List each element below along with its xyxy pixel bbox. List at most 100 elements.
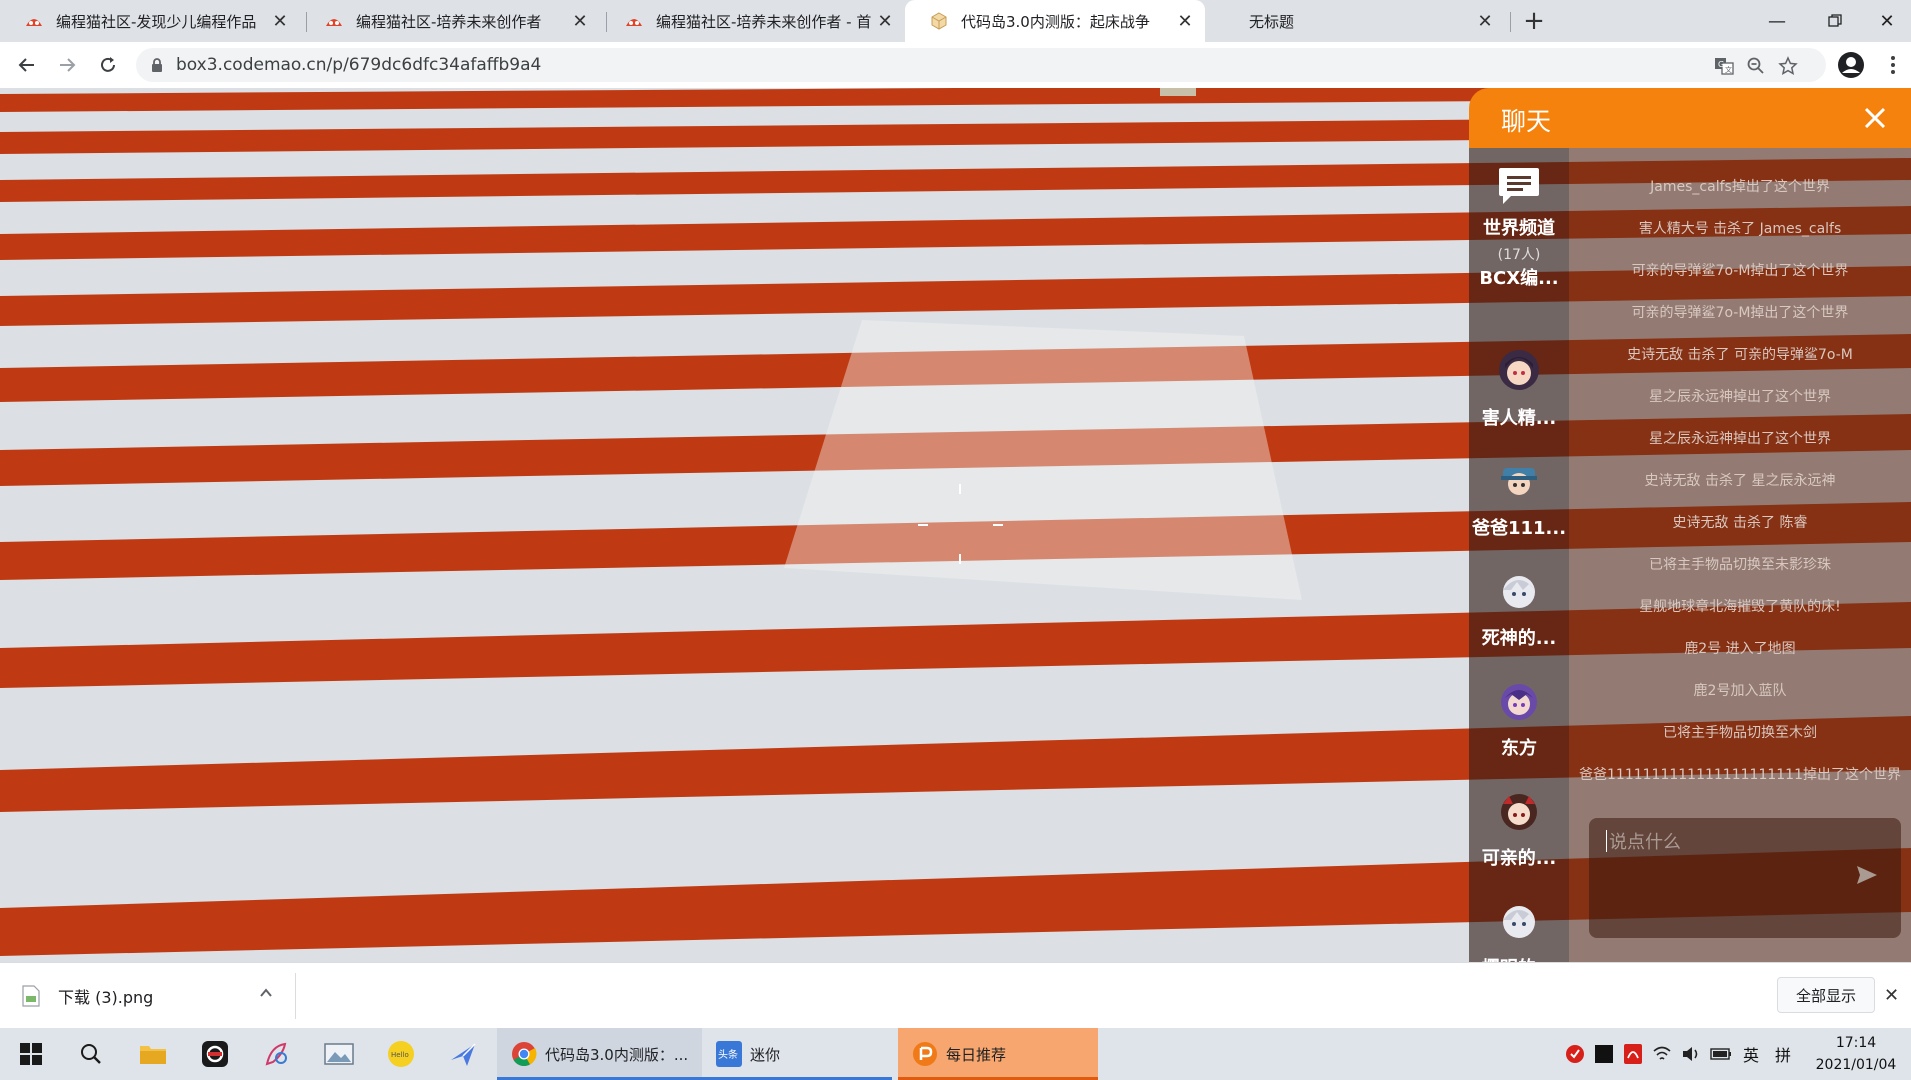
menu-kebab-icon[interactable]: [1878, 50, 1908, 80]
tab-close-icon[interactable]: ✕: [1471, 11, 1499, 32]
chrome-icon: [512, 1042, 537, 1067]
show-all-button[interactable]: 全部显示: [1777, 977, 1875, 1013]
window-close-icon[interactable]: ✕: [1858, 0, 1911, 42]
user-name: 死神的...: [1481, 628, 1557, 649]
chevron-up-icon[interactable]: [258, 985, 274, 1001]
reload-icon[interactable]: [93, 50, 123, 80]
tab-close-icon[interactable]: ✕: [871, 11, 899, 32]
zoom-icon[interactable]: [1744, 54, 1768, 78]
chat-user-item[interactable]: 东方: [1469, 676, 1569, 760]
tab-close-icon[interactable]: ✕: [266, 11, 294, 32]
chat-close-icon[interactable]: [1861, 104, 1889, 132]
back-arrow-icon[interactable]: [12, 50, 42, 80]
svg-text:文: 文: [1725, 65, 1732, 74]
chat-message: 史诗无敌 击杀了 陈睿: [1672, 515, 1808, 531]
taskbar-app-chrome[interactable]: 代码岛3.0内测版：...: [497, 1028, 702, 1080]
chat-message: 可亲的导弹鲨7o-M掉出了这个世界: [1631, 305, 1849, 321]
browser-tab-active[interactable]: 代码岛3.0内测版：起床战争 ✕: [905, 0, 1205, 42]
volume-icon[interactable]: [1676, 1028, 1706, 1080]
download-bar-close-icon[interactable]: ✕: [1884, 985, 1899, 1006]
user-avatar: [1501, 684, 1537, 720]
clock-date: 2021/01/04: [1815, 1057, 1897, 1073]
chat-message: 星舰地球章北海摧毁了黄队的床!: [1639, 599, 1841, 615]
bookmark-star-icon[interactable]: [1776, 54, 1800, 78]
toutiao-icon: 头条: [716, 1041, 742, 1067]
forward-arrow-icon[interactable]: [52, 50, 82, 80]
chat-message: 星之辰永远神掉出了这个世界: [1649, 431, 1831, 447]
pdf-tray-icon[interactable]: [1618, 1028, 1648, 1080]
file-icon: [22, 985, 40, 1007]
chat-user-item[interactable]: 害人精...: [1469, 346, 1569, 430]
search-icon[interactable]: [60, 1028, 122, 1080]
black-square-tray-icon[interactable]: [1590, 1028, 1618, 1080]
svg-text:Hello: Hello: [391, 1051, 409, 1059]
security-tray-icon[interactable]: [1560, 1028, 1590, 1080]
tab-title: 代码岛3.0内测版：起床战争: [961, 12, 1150, 31]
browser-toolbar: box3.codemao.cn/p/679dc6dfc34afaffb9a4 G…: [0, 42, 1911, 88]
network-icon[interactable]: [1648, 1028, 1676, 1080]
chat-user-item[interactable]: 死神的...: [1469, 566, 1569, 650]
minimize-icon[interactable]: —: [1748, 0, 1806, 42]
download-bar: 下载 (3).png 全部显示 ✕: [0, 962, 1911, 1028]
user-name: 樱明的...: [1469, 954, 1569, 962]
browser-tab[interactable]: 编程猫社区-发现少儿编程作品 ✕: [0, 0, 300, 42]
chat-input[interactable]: 说点什么: [1589, 818, 1901, 938]
chat-message: 史诗无敌 击杀了 可亲的导弹鲨7o-M: [1627, 347, 1853, 363]
chat-user-item[interactable]: BCX编...: [1469, 264, 1569, 290]
codemao-icon: [26, 19, 42, 26]
chat-user-item[interactable]: 爸爸111...: [1469, 456, 1569, 540]
tab-close-icon[interactable]: ✕: [566, 11, 594, 32]
windows-start-icon[interactable]: [0, 1028, 62, 1080]
browser-tab-strip: 编程猫社区-发现少儿编程作品 ✕ 编程猫社区-培养未来创作者 ✕ 编程猫社区-培…: [0, 0, 1911, 42]
taskbar-app-label: 迷你: [750, 1045, 781, 1064]
svg-text:头条: 头条: [718, 1048, 738, 1061]
chat-message: 鹿2号 进入了地图: [1684, 641, 1796, 657]
paint-icon[interactable]: [246, 1028, 308, 1080]
taskbar-app-daily[interactable]: 每日推荐: [898, 1028, 1098, 1080]
taskbar-app-mini[interactable]: 头条 迷你: [702, 1028, 892, 1080]
codemao-icon: [326, 19, 342, 26]
file-explorer-icon[interactable]: [122, 1028, 184, 1080]
url-text: box3.codemao.cn/p/679dc6dfc34afaffb9a4: [176, 55, 542, 75]
restore-icon[interactable]: [1806, 0, 1864, 42]
chat-message: 可亲的导弹鲨7o-M掉出了这个世界: [1631, 263, 1849, 279]
battery-icon[interactable]: [1706, 1028, 1736, 1080]
send-icon[interactable]: [1855, 864, 1879, 886]
user-avatar: [1503, 906, 1535, 938]
codemao-icon: [626, 19, 642, 26]
chat-message: 鹿2号加入蓝队: [1693, 683, 1787, 699]
chat-app-icon[interactable]: Hello: [370, 1028, 432, 1080]
translate-icon[interactable]: G文: [1712, 54, 1736, 78]
daily-recommend-icon: [913, 1042, 937, 1066]
system-clock[interactable]: 17:14 2021/01/04: [1806, 1032, 1906, 1076]
chat-message: 史诗无敌 击杀了 星之辰永远神: [1644, 473, 1836, 489]
tab-title: 编程猫社区-培养未来创作者 - 首: [656, 12, 871, 31]
box3-cube-icon: [931, 12, 947, 30]
browser-tab[interactable]: 无标题 ✕: [1205, 0, 1505, 42]
tab-close-icon[interactable]: ✕: [1171, 11, 1199, 32]
world-channel-tab[interactable]: 世界频道 (17人): [1469, 166, 1569, 264]
chat-message: 已将主手物品切换至木剑: [1663, 725, 1817, 741]
user-name: 爸爸111...: [1471, 518, 1567, 539]
text-cursor: [1606, 830, 1607, 852]
browser-tab[interactable]: 编程猫社区-培养未来创作者 ✕: [300, 0, 600, 42]
chat-message-area: James_calfs掉出了这个世界 害人精大号 击杀了 James_calfs…: [1569, 148, 1911, 962]
chat-header: 聊天: [1469, 88, 1911, 148]
user-avatar: [1499, 350, 1539, 390]
chat-user-item[interactable]: 樱明的...: [1469, 896, 1569, 962]
user-avatar: [1503, 576, 1535, 608]
address-bar[interactable]: box3.codemao.cn/p/679dc6dfc34afaffb9a4 G…: [136, 48, 1826, 82]
new-tab-button[interactable]: +: [1517, 2, 1551, 40]
ime-mode-indicator[interactable]: 拼: [1768, 1028, 1798, 1080]
windows-taskbar: Hello 代码岛3.0内测版：... 头条 迷你 每日推荐 英 拼 17:14…: [0, 1028, 1911, 1080]
photos-icon[interactable]: [308, 1028, 370, 1080]
download-item[interactable]: 下载 (3).png: [22, 963, 153, 1029]
chat-user-item[interactable]: 可亲的...: [1469, 786, 1569, 870]
browser-tab[interactable]: 编程猫社区-培养未来创作者 - 首 ✕: [600, 0, 905, 42]
profile-avatar-icon[interactable]: [1836, 50, 1866, 80]
app-icon[interactable]: [184, 1028, 246, 1080]
chat-input-placeholder: 说点什么: [1609, 832, 1681, 853]
bird-app-icon[interactable]: [432, 1028, 494, 1080]
taskbar-app-label: 代码岛3.0内测版：...: [545, 1045, 689, 1064]
ime-language-indicator[interactable]: 英: [1736, 1028, 1766, 1080]
